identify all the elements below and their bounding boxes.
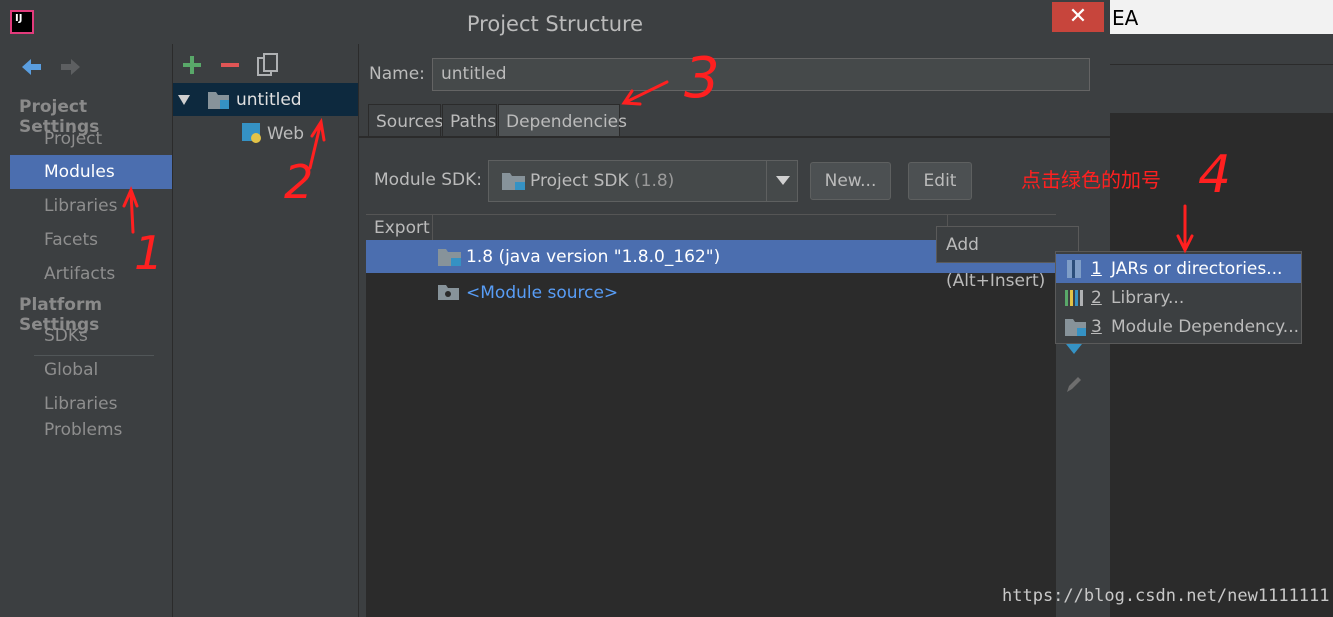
- annotation-2: 2: [284, 155, 314, 209]
- annotation-3: 3: [684, 46, 720, 111]
- annotation-hint: 点击绿色的加号: [1021, 168, 1161, 192]
- annotation-4: 4: [1198, 145, 1232, 205]
- arrow-3-icon: [621, 80, 669, 106]
- annotation-arrows: [122, 80, 1194, 254]
- csdn-watermark: https://blog.csdn.net/new1111111: [1002, 586, 1330, 606]
- annotation-1: 1: [134, 226, 164, 280]
- arrow-4-icon: [1176, 204, 1194, 254]
